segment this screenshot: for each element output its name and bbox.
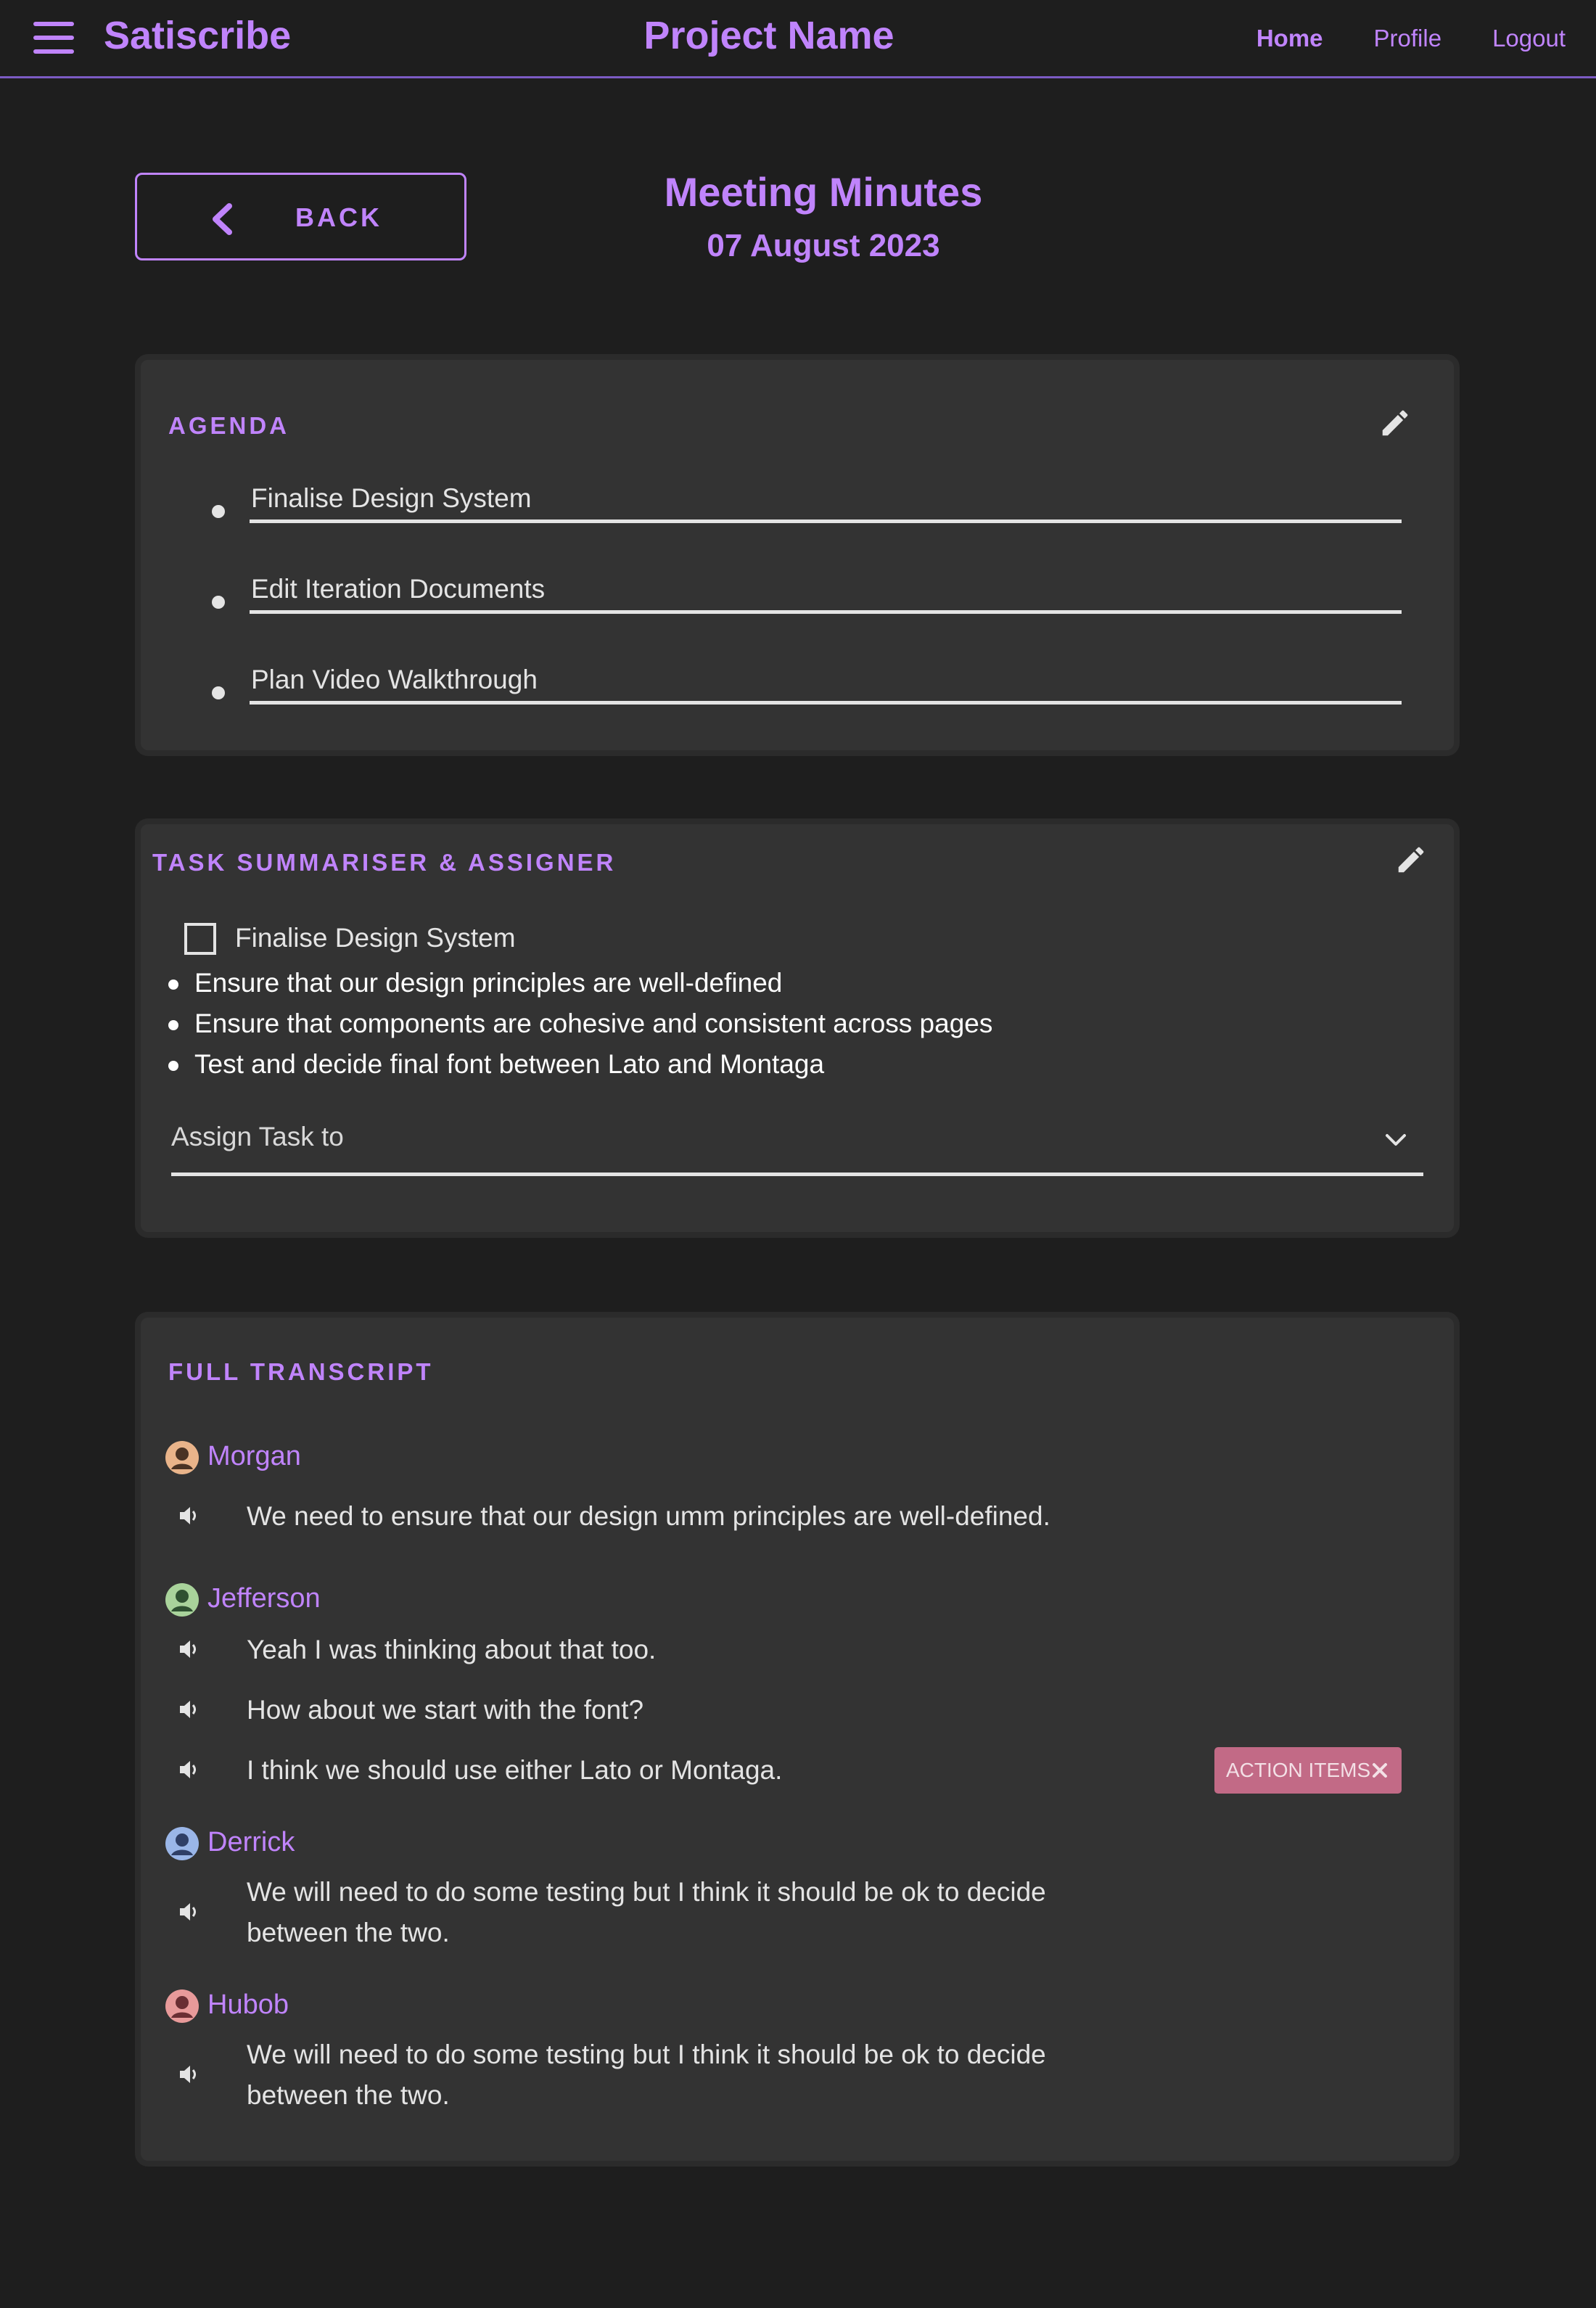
speaker-name: Derrick [207, 1827, 295, 1857]
task-name: Finalise Design System [235, 923, 516, 953]
speaker-icon[interactable] [177, 1759, 202, 1781]
bullet-icon [168, 980, 178, 990]
task-checkbox[interactable] [184, 923, 216, 955]
avatar-icon [165, 1827, 199, 1860]
bullet-icon [212, 505, 225, 518]
assign-task-placeholder: Assign Task to [171, 1122, 344, 1151]
bullet-icon [168, 1061, 178, 1071]
transcript-line-text: We will need to do some testing but I th… [247, 2040, 1046, 2110]
speaker-icon[interactable] [177, 1699, 202, 1720]
transcript-line-text: We need to ensure that our design umm pr… [247, 1501, 1050, 1531]
action-items-label: ACTION ITEMS [1226, 1759, 1371, 1781]
task-summariser-card: TASK SUMMARISER & ASSIGNER Finalise Desi… [135, 818, 1460, 1238]
transcript-line-text: We will need to do some testing but I th… [247, 1877, 1046, 1947]
agenda-title: AGENDA [168, 412, 290, 439]
bullet-icon [168, 1020, 178, 1030]
back-button-label: BACK [295, 202, 382, 232]
action-items-badge[interactable]: ACTION ITEMS [1214, 1747, 1402, 1794]
avatar-icon [165, 1441, 199, 1474]
agenda-item-text[interactable]: Plan Video Walkthrough [251, 665, 538, 695]
nav-profile-link[interactable]: Profile [1374, 25, 1442, 52]
nav-links: Home Profile Logout [1256, 25, 1566, 52]
transcript-title: FULL TRANSCRIPT [168, 1358, 434, 1385]
task-bullet-text: Ensure that components are cohesive and … [194, 1009, 993, 1038]
speaker-name: Hubob [207, 1989, 289, 2020]
speaker-icon[interactable] [177, 1901, 202, 1923]
transcript-line-text: How about we start with the font? [247, 1695, 644, 1725]
transcript-card: FULL TRANSCRIPT Morgan We need to ensure… [135, 1312, 1460, 2167]
assign-task-select[interactable]: Assign Task to [171, 1122, 1423, 1180]
avatar-icon [165, 1583, 199, 1617]
agenda-item[interactable]: Edit Iteration Documents [141, 574, 1465, 632]
chevron-left-icon [213, 203, 232, 235]
close-icon[interactable] [1370, 1760, 1390, 1781]
task-bullet-text: Ensure that our design principles are we… [194, 968, 783, 998]
meeting-date: 07 August 2023 [707, 228, 940, 263]
agenda-item-underline [250, 519, 1402, 523]
page-title: Meeting Minutes [664, 169, 983, 215]
agenda-card: AGENDA Finalise Design System Edit Itera… [135, 354, 1460, 756]
transcript-line-text: Yeah I was thinking about that too. [247, 1635, 657, 1664]
agenda-item-text[interactable]: Finalise Design System [251, 483, 532, 514]
back-button[interactable]: BACK [135, 173, 466, 260]
agenda-item-text[interactable]: Edit Iteration Documents [251, 574, 545, 604]
agenda-item[interactable]: Plan Video Walkthrough [141, 665, 1465, 723]
speaker-icon[interactable] [177, 1638, 202, 1660]
bullet-icon [212, 596, 225, 609]
assign-task-underline [171, 1173, 1423, 1176]
speaker-name: Morgan [207, 1441, 301, 1471]
agenda-item-underline [250, 701, 1402, 705]
bullet-icon [212, 686, 225, 699]
task-summariser-title: TASK SUMMARISER & ASSIGNER [152, 849, 617, 876]
speaker-icon[interactable] [177, 2063, 202, 2085]
nav-logout-link[interactable]: Logout [1492, 25, 1566, 52]
top-navbar: Satiscribe Project Name Home Profile Log… [0, 0, 1596, 78]
speaker-name: Jefferson [207, 1583, 321, 1614]
pencil-icon[interactable] [1378, 406, 1412, 440]
task-bullet-text: Test and decide final font between Lato … [194, 1049, 825, 1079]
agenda-item-underline [250, 610, 1402, 614]
transcript-line-text: I think we should use either Lato or Mon… [247, 1755, 783, 1785]
nav-home-link[interactable]: Home [1256, 25, 1323, 52]
pencil-icon[interactable] [1394, 843, 1428, 876]
chevron-down-icon [1386, 1134, 1406, 1146]
speaker-icon[interactable] [177, 1505, 202, 1527]
agenda-item[interactable]: Finalise Design System [141, 483, 1465, 541]
avatar-icon [165, 1989, 199, 2023]
